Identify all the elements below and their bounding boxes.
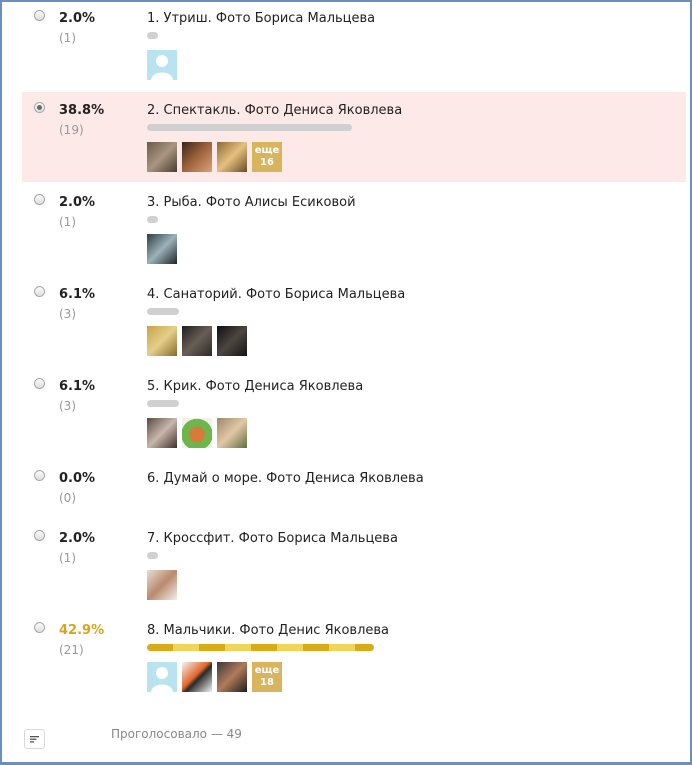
voter-avatar[interactable]	[182, 418, 212, 448]
option-title: 2. Спектакль. Фото Дениса Яковлева	[147, 103, 403, 118]
voter-avatar[interactable]	[182, 662, 212, 692]
option-result-bar	[147, 644, 374, 651]
option-vote-count: (1)	[59, 551, 76, 565]
option-percent: 38.8%	[59, 103, 105, 118]
voter-avatar[interactable]	[182, 326, 212, 356]
more-voters-badge[interactable]: еще 16	[252, 142, 282, 172]
option-result-bar	[147, 400, 179, 407]
option-result-bar	[147, 552, 158, 559]
voter-avatar[interactable]	[217, 326, 247, 356]
option-percent: 42.9%	[59, 623, 105, 638]
voter-avatar[interactable]	[217, 418, 247, 448]
total-votes: Проголосовало — 49	[111, 727, 242, 741]
sort-lines-icon	[30, 736, 39, 743]
option-result-bar	[147, 308, 179, 315]
poll-option-5: 6.1% (3) 5. Крик. Фото Дениса Яковлева	[22, 366, 686, 458]
option-title: 1. Утриш. Фото Бориса Мальцева	[147, 11, 376, 26]
poll-option-7: 2.0% (1) 7. Кроссфит. Фото Бориса Мальце…	[22, 518, 686, 610]
voter-avatar[interactable]	[217, 142, 247, 172]
option-vote-count: (0)	[59, 491, 76, 505]
option-percent: 2.0%	[59, 531, 96, 546]
poll-option-8: 42.9% (21) 8. Мальчики. Фото Денис Яковл…	[22, 610, 686, 700]
option-percent: 0.0%	[59, 471, 96, 486]
option-result-bar	[147, 32, 158, 39]
option-title: 6. Думай о море. Фото Дениса Яковлева	[147, 471, 424, 486]
voter-avatar[interactable]	[147, 234, 177, 264]
voter-avatar[interactable]	[147, 326, 177, 356]
radio-option-5[interactable]	[34, 378, 45, 389]
more-label: еще	[254, 665, 280, 676]
radio-option-6[interactable]	[34, 470, 45, 481]
sort-button[interactable]	[24, 729, 45, 749]
option-result-bar	[147, 216, 158, 223]
voter-avatar[interactable]	[217, 662, 247, 692]
radio-option-4[interactable]	[34, 286, 45, 297]
radio-option-7[interactable]	[34, 530, 45, 541]
radio-option-3[interactable]	[34, 194, 45, 205]
poll-option-1: 2.0% (1) 1. Утриш. Фото Бориса Мальцева	[22, 2, 686, 92]
more-label: еще	[254, 145, 280, 156]
option-title: 4. Санаторий. Фото Бориса Мальцева	[147, 287, 406, 302]
option-percent: 6.1%	[59, 287, 96, 302]
voter-avatar[interactable]	[147, 50, 177, 80]
radio-option-1[interactable]	[34, 10, 45, 21]
poll-option-6: 0.0% (0) 6. Думай о море. Фото Дениса Як…	[22, 458, 686, 518]
voter-avatar[interactable]	[147, 570, 177, 600]
option-vote-count: (3)	[59, 307, 76, 321]
poll-container: 2.0% (1) 1. Утриш. Фото Бориса Мальцева …	[0, 0, 692, 765]
option-percent: 6.1%	[59, 379, 96, 394]
more-count: 18	[260, 677, 274, 688]
option-title: 7. Кроссфит. Фото Бориса Мальцева	[147, 531, 398, 546]
option-result-bar	[147, 124, 352, 131]
more-count: 16	[260, 157, 274, 168]
poll-option-3: 2.0% (1) 3. Рыба. Фото Алисы Есиковой	[22, 182, 686, 274]
poll-option-4: 6.1% (3) 4. Санаторий. Фото Бориса Мальц…	[22, 274, 686, 366]
option-vote-count: (19)	[59, 123, 84, 137]
voter-avatar[interactable]	[147, 418, 177, 448]
option-title: 5. Крик. Фото Дениса Яковлева	[147, 379, 364, 394]
radio-option-2[interactable]	[34, 102, 45, 113]
option-title: 8. Мальчики. Фото Денис Яковлева	[147, 623, 390, 638]
default-user-icon	[147, 662, 177, 692]
radio-option-8[interactable]	[34, 622, 45, 633]
voter-avatar[interactable]	[147, 142, 177, 172]
voter-avatar[interactable]	[182, 142, 212, 172]
option-vote-count: (3)	[59, 399, 76, 413]
option-title: 3. Рыба. Фото Алисы Есиковой	[147, 195, 356, 210]
option-vote-count: (21)	[59, 643, 84, 657]
option-vote-count: (1)	[59, 215, 76, 229]
option-vote-count: (1)	[59, 31, 76, 45]
poll-option-2: 38.8% (19) 2. Спектакль. Фото Дениса Яко…	[22, 92, 686, 182]
option-percent: 2.0%	[59, 195, 96, 210]
more-voters-badge[interactable]: еще 18	[252, 662, 282, 692]
voter-avatar[interactable]	[147, 662, 177, 692]
default-user-icon	[147, 50, 177, 80]
option-percent: 2.0%	[59, 11, 96, 26]
